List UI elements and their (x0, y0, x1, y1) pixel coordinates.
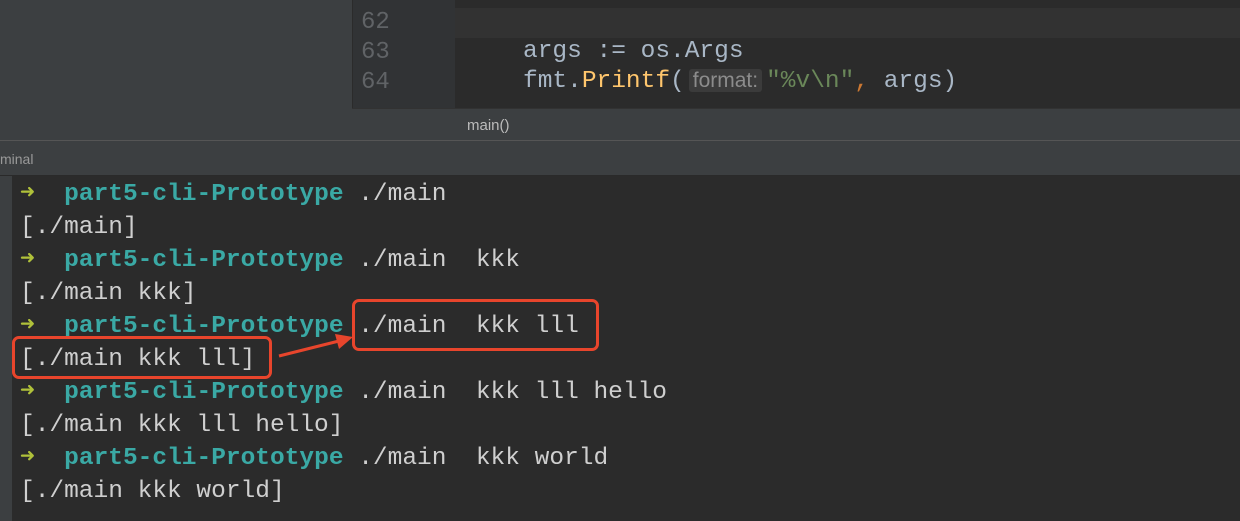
code-token: args) (869, 68, 958, 95)
terminal-tool-header: minal (0, 140, 1240, 176)
terminal-prompt-line: ➜ part5-cli-Prototype ./main kkk lll hel… (20, 376, 667, 409)
code-line-63: args := os.Args (523, 38, 744, 65)
line-number-gutter: 61 62 63 64 (352, 0, 455, 108)
prompt-arrow-icon: ➜ (20, 379, 35, 406)
code-line-64: fmt.Printf(format: "%v\n", args) (523, 68, 957, 95)
line-number: 61 (361, 0, 390, 7)
tool-window-title: minal (0, 151, 34, 167)
terminal-prompt-line: ➜ part5-cli-Prototype ./main kkk (20, 244, 520, 277)
code-token: "%v\n" (766, 68, 855, 95)
prompt-directory: part5-cli-Prototype (64, 181, 344, 208)
terminal-prompt-line: ➜ part5-cli-Prototype ./main kkk world (20, 442, 608, 475)
prompt-directory: part5-cli-Prototype (64, 379, 344, 406)
code-token: ( (670, 68, 685, 95)
line-number: 62 (361, 9, 390, 36)
prompt-directory: part5-cli-Prototype (64, 247, 344, 274)
line-number: 63 (361, 39, 390, 66)
terminal-output: [./main kkk lll hello] (20, 412, 344, 439)
annotation-box-command (352, 299, 599, 351)
terminal-output: [./main kkk world] (20, 478, 285, 505)
parameter-hint: format: (688, 69, 763, 92)
breadcrumb-item[interactable]: main() (467, 117, 510, 134)
prompt-arrow-icon: ➜ (20, 445, 35, 472)
code-editor[interactable]: args := os.Args fmt.Printf(format: "%v\n"… (455, 0, 1240, 108)
terminal-command: ./main kkk lll hello (358, 379, 667, 406)
code-token: Printf (581, 68, 671, 95)
code-token: fmt. (523, 68, 582, 95)
project-panel (0, 0, 352, 140)
prompt-arrow-icon: ➜ (20, 181, 35, 208)
terminal[interactable]: ➜ part5-cli-Prototype ./main [./main] ➜ pa… (0, 176, 1240, 521)
prompt-directory: part5-cli-Prototype (64, 445, 344, 472)
breadcrumb-bar: main() (352, 108, 1240, 140)
annotation-box-output (12, 336, 272, 379)
terminal-command: ./main kkk world (358, 445, 609, 472)
terminal-output: [./main] (20, 214, 138, 241)
code-token: , (854, 68, 870, 95)
terminal-prompt-line: ➜ part5-cli-Prototype ./main (20, 178, 446, 211)
terminal-output: [./main kkk] (20, 280, 197, 307)
prompt-arrow-icon: ➜ (20, 247, 35, 274)
terminal-command: ./main kkk (358, 247, 520, 274)
line-number: 64 (361, 69, 390, 96)
terminal-command: ./main (358, 181, 447, 208)
annotation-arrow-icon (278, 334, 353, 358)
current-line-highlight (455, 8, 1240, 38)
